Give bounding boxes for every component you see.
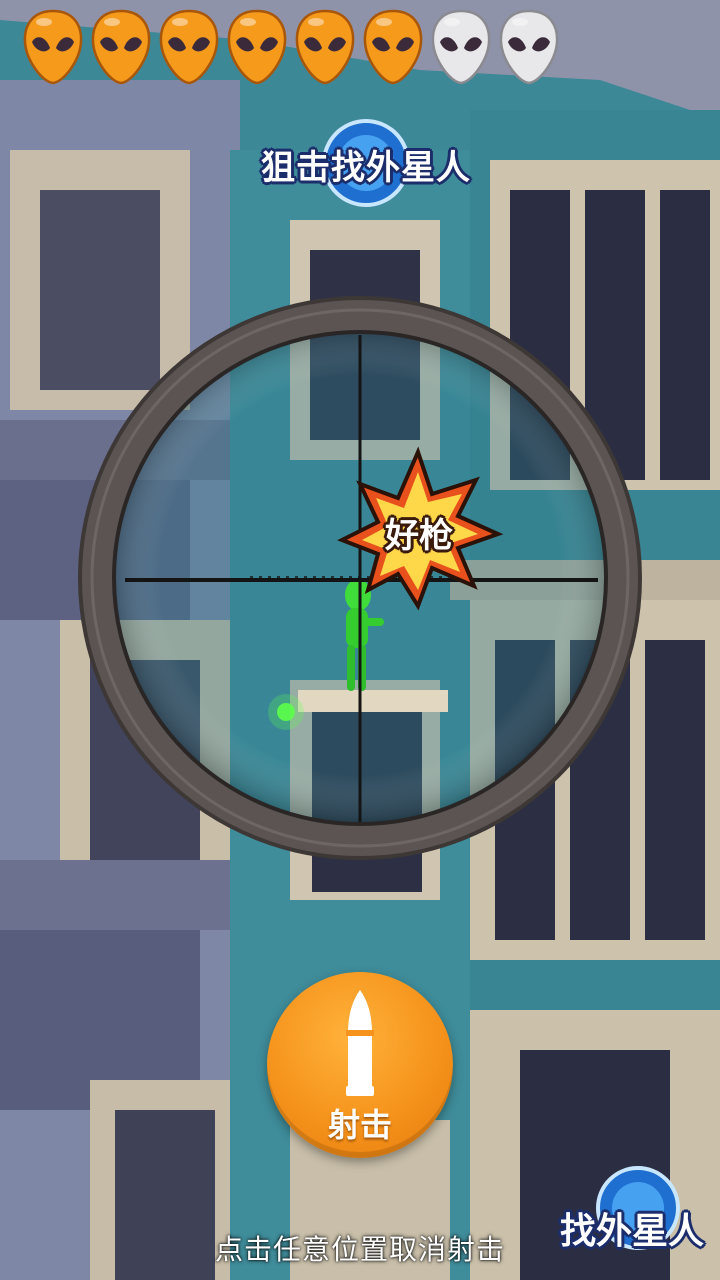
alien-head-icon xyxy=(431,9,491,85)
alien-head-icon xyxy=(159,9,219,85)
alien-head-icon xyxy=(363,9,423,85)
alien-counter xyxy=(22,8,560,88)
alien-head-icon xyxy=(499,9,559,85)
shoot-button[interactable]: 射击 xyxy=(267,972,453,1158)
game-title-logo: 狙击找外星人 xyxy=(256,118,476,208)
nice-shot-popup: 好枪 xyxy=(385,516,453,556)
game-title: 狙击找外星人 xyxy=(261,148,471,188)
alien-head-icon xyxy=(91,9,151,85)
shoot-button-label: 射击 xyxy=(327,1106,392,1144)
alien-head-icon xyxy=(227,9,287,85)
footer-logo: 找外星人 xyxy=(548,1162,716,1270)
cancel-shot-hint: 点击任意位置取消射击 xyxy=(214,1233,505,1266)
alien-head-icon xyxy=(23,9,83,85)
bullet-icon xyxy=(346,990,374,1096)
alien-head-icon xyxy=(295,9,355,85)
footer-logo-text: 找外星人 xyxy=(559,1211,704,1252)
